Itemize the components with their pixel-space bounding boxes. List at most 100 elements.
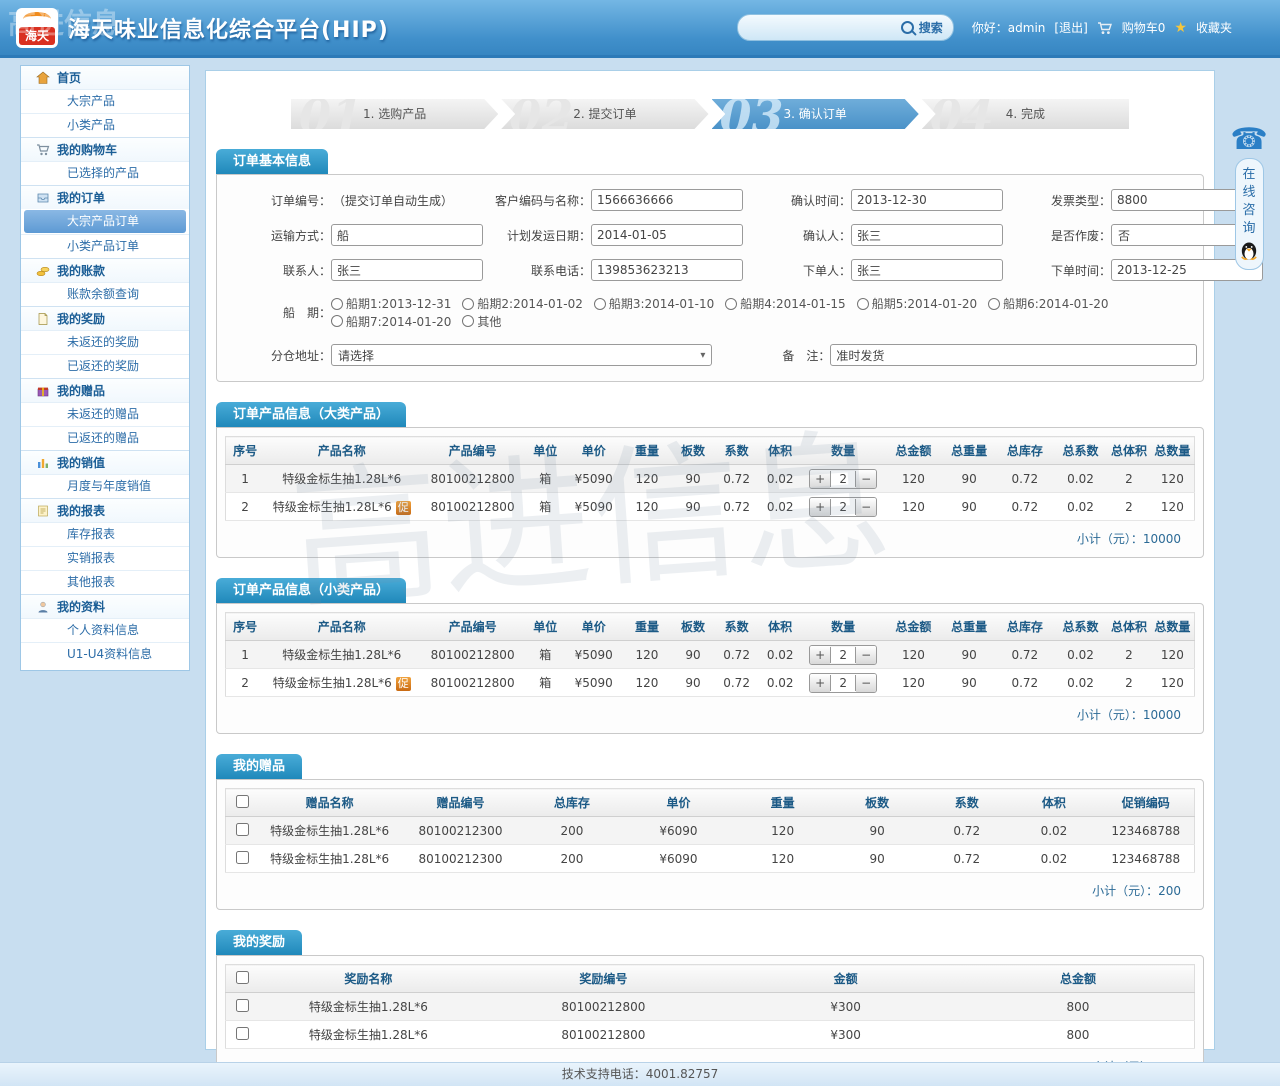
qty-minus-button[interactable]: − bbox=[856, 646, 876, 664]
sidebar-item-unreturned-gifts[interactable]: 未返还的赠品 bbox=[21, 402, 189, 426]
row-checkbox[interactable] bbox=[236, 1027, 249, 1040]
cell-checkbox bbox=[226, 993, 260, 1021]
sidebar-item-other-reports[interactable]: 其他报表 bbox=[21, 570, 189, 594]
warehouse-select[interactable]: 请选择▾ bbox=[331, 344, 712, 366]
plan-ship-date-field[interactable] bbox=[591, 224, 743, 246]
sidebar-item-account-balance-query[interactable]: 账款余额查询 bbox=[21, 282, 189, 306]
sidebar-item-my-orders[interactable]: 我的订单 bbox=[21, 185, 189, 209]
consult-char: 线 bbox=[1236, 184, 1263, 202]
column-header: 系数 bbox=[715, 437, 759, 465]
ship-period-radio[interactable] bbox=[857, 298, 869, 310]
sidebar-item-sales-report[interactable]: 实销报表 bbox=[21, 546, 189, 570]
transport-field[interactable] bbox=[331, 224, 483, 246]
ship-period-radio[interactable] bbox=[594, 298, 606, 310]
qty-minus-button[interactable]: − bbox=[856, 470, 876, 488]
sidebar-item-u1-u4-info[interactable]: U1-U4资料信息 bbox=[21, 642, 189, 666]
sidebar-item-personal-info[interactable]: 个人资料信息 bbox=[21, 618, 189, 642]
ship-period-option[interactable]: 船期2:2014-01-02 bbox=[462, 295, 582, 312]
ship-period-option[interactable]: 船期7:2014-01-20 bbox=[331, 313, 451, 330]
confirm-time-field[interactable] bbox=[851, 189, 1003, 211]
cell-seq: 1 bbox=[226, 465, 265, 493]
quantity-stepper[interactable]: +2− bbox=[809, 645, 877, 665]
ship-period-radio[interactable] bbox=[988, 298, 1000, 310]
cell-total-weight: 90 bbox=[942, 493, 995, 521]
qty-plus-button[interactable]: + bbox=[810, 498, 830, 516]
column-header: 体积 bbox=[1010, 789, 1097, 817]
ship-period-option[interactable]: 船期3:2014-01-10 bbox=[594, 295, 714, 312]
gifts-tab: 我的赠品 bbox=[216, 754, 302, 780]
cell-total-weight: 90 bbox=[942, 641, 995, 669]
ship-period-radio[interactable] bbox=[462, 298, 474, 310]
logo-arc bbox=[23, 12, 51, 26]
sidebar-item-returned-rewards[interactable]: 已返还的奖励 bbox=[21, 354, 189, 378]
online-consult-button[interactable]: 在线咨询 bbox=[1235, 158, 1264, 270]
sidebar-item-bulk-product-orders[interactable]: 大宗产品订单 bbox=[24, 210, 186, 233]
sidebar-item-bulk-products[interactable]: 大宗产品 bbox=[21, 89, 189, 113]
search-input[interactable] bbox=[748, 20, 901, 36]
ship-period-radio[interactable] bbox=[331, 315, 343, 327]
header: 高进信息 海天 海天味业信息化综合平台(HIP) 搜索 你好：admin [退出… bbox=[0, 0, 1280, 58]
row-checkbox[interactable] bbox=[236, 823, 249, 836]
sidebar-item-small-category-products[interactable]: 小类产品 bbox=[21, 113, 189, 137]
cell-total-coeff: 0.02 bbox=[1054, 669, 1107, 697]
phone-field[interactable] bbox=[591, 259, 743, 281]
sidebar-item-home[interactable]: 首页 bbox=[21, 66, 189, 89]
orderer-field[interactable] bbox=[851, 259, 1003, 281]
sidebar-item-my-reports[interactable]: 我的报表 bbox=[21, 498, 189, 522]
row-checkbox[interactable] bbox=[236, 851, 249, 864]
sidebar-item-inventory-report[interactable]: 库存报表 bbox=[21, 522, 189, 546]
cell-reward-name: 特级金标生抽1.28L*6 bbox=[259, 1021, 477, 1049]
column-header: 总数量 bbox=[1151, 437, 1195, 465]
sidebar-item-my-sales[interactable]: 我的销值 bbox=[21, 450, 189, 474]
logout-link[interactable]: [退出] bbox=[1054, 19, 1087, 36]
invoice-type-label: 发票类型： bbox=[1003, 192, 1111, 209]
contact-field[interactable] bbox=[331, 259, 483, 281]
ship-period-option[interactable]: 船期4:2014-01-15 bbox=[725, 295, 845, 312]
ship-period-radio[interactable] bbox=[331, 298, 343, 310]
qty-minus-button[interactable]: − bbox=[856, 674, 876, 692]
sidebar-item-my-rewards[interactable]: 我的奖励 bbox=[21, 306, 189, 330]
cell-amount: ¥300 bbox=[729, 1021, 962, 1049]
ship-period-option[interactable]: 船期6:2014-01-20 bbox=[988, 295, 1108, 312]
ship-period-radio[interactable] bbox=[725, 298, 737, 310]
cart-link[interactable]: 购物车0 bbox=[1122, 19, 1166, 36]
phone-icon[interactable]: ☎ bbox=[1230, 124, 1268, 156]
search-bar[interactable]: 搜索 bbox=[737, 14, 954, 41]
sidebar-item-my-payments[interactable]: 我的账款 bbox=[21, 258, 189, 282]
column-header: 板数 bbox=[671, 437, 715, 465]
confirmer-field[interactable] bbox=[851, 224, 1003, 246]
sidebar-item-monthly-annual-sales[interactable]: 月度与年度销值 bbox=[21, 474, 189, 498]
ship-period-option[interactable]: 其他 bbox=[462, 313, 501, 330]
ship-period-option[interactable]: 船期1:2013-12-31 bbox=[331, 295, 451, 312]
select-all-checkbox[interactable] bbox=[236, 795, 249, 808]
remark-field[interactable] bbox=[830, 344, 1197, 366]
step-complete: 04 4. 完成 bbox=[922, 99, 1129, 129]
gift-icon bbox=[36, 384, 50, 398]
sidebar-label: 我的赠品 bbox=[57, 382, 105, 399]
ship-period-radio[interactable] bbox=[462, 315, 474, 327]
cell-weight: 120 bbox=[623, 493, 671, 521]
sidebar-item-selected-products[interactable]: 已选择的产品 bbox=[21, 161, 189, 185]
select-all-checkbox[interactable] bbox=[236, 971, 249, 984]
ship-period-option[interactable]: 船期5:2014-01-20 bbox=[857, 295, 977, 312]
qty-plus-button[interactable]: + bbox=[810, 674, 830, 692]
qty-plus-button[interactable]: + bbox=[810, 646, 830, 664]
sidebar-item-my-cart[interactable]: 我的购物车 bbox=[21, 137, 189, 161]
sidebar-item-returned-gifts[interactable]: 已返还的赠品 bbox=[21, 426, 189, 450]
sidebar-item-my-gifts[interactable]: 我的赠品 bbox=[21, 378, 189, 402]
column-header: 产品名称 bbox=[264, 437, 419, 465]
sidebar-item-small-category-product-orders[interactable]: 小类产品订单 bbox=[21, 234, 189, 258]
quantity-stepper[interactable]: +2− bbox=[809, 469, 877, 489]
quantity-stepper[interactable]: +2− bbox=[809, 497, 877, 517]
sidebar-item-unreturned-rewards[interactable]: 未返还的奖励 bbox=[21, 330, 189, 354]
cell-coeff: 0.72 bbox=[715, 493, 759, 521]
qty-minus-button[interactable]: − bbox=[856, 498, 876, 516]
favorites-link[interactable]: 收藏夹 bbox=[1196, 19, 1232, 36]
qty-plus-button[interactable]: + bbox=[810, 470, 830, 488]
sidebar-item-my-profile[interactable]: 我的资料 bbox=[21, 594, 189, 618]
home-icon bbox=[36, 71, 50, 85]
quantity-stepper[interactable]: +2− bbox=[809, 673, 877, 693]
customer-field[interactable] bbox=[591, 189, 743, 211]
search-button[interactable]: 搜索 bbox=[919, 19, 943, 36]
row-checkbox[interactable] bbox=[236, 999, 249, 1012]
